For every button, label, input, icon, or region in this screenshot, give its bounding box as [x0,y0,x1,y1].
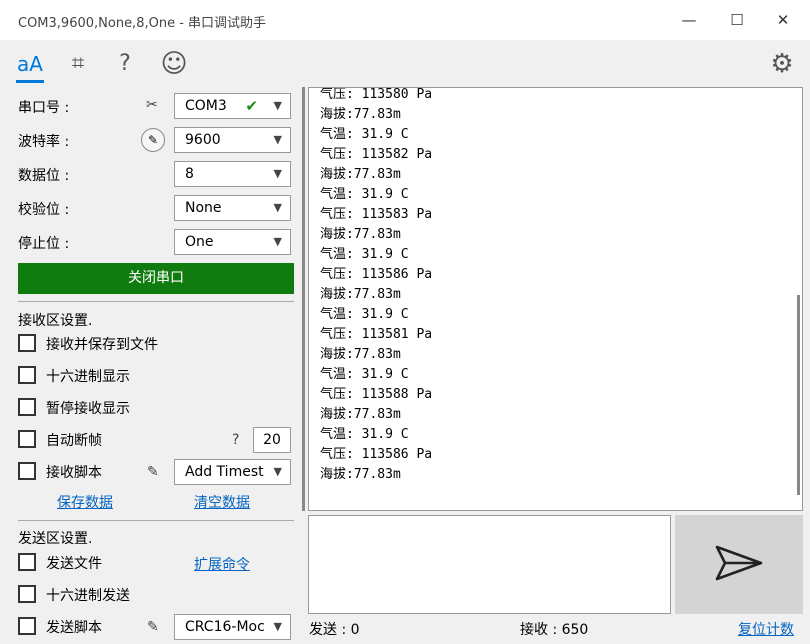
divider [18,520,294,521]
received-count: 接收 : 650 [520,622,589,638]
chevron-down-icon: ▼ [273,99,282,112]
close-button[interactable]: ✕ [771,8,795,32]
settings-scrollbar[interactable] [302,87,305,511]
stopbits-value: One [185,234,214,250]
databits-label: 数据位 : [18,168,70,184]
databits-select[interactable]: 8 ▼ [174,161,291,187]
send-script-value: CRC16-Moc [185,619,265,635]
auto-frame-input[interactable]: 20 [253,427,291,453]
baud-label: 波特率 : [18,134,70,150]
divider [18,301,294,302]
send-icon [715,545,763,581]
checkbox[interactable] [18,398,36,416]
stopbits-label: 停止位 : [18,236,70,252]
send-script-label: 发送脚本 [46,620,102,636]
chevron-down-icon: ▼ [273,133,282,146]
port-label: 串口号 : [18,100,70,116]
crop-icon[interactable]: ⌗ [62,48,94,80]
parity-value: None [185,200,222,216]
title-bar: COM3,9600,None,8,One - 串口调试助手 — ☐ ✕ [0,0,810,40]
send-settings-title: 发送区设置. [18,531,93,547]
receive-script-value: Add Timest [185,464,264,480]
hex-send-label: 十六进制发送 [46,588,130,604]
send-script-select[interactable]: CRC16-Moc ▼ [174,614,291,640]
send-file-label: 发送文件 [46,556,102,572]
check-icon: ✔ [245,97,258,115]
receive-scrollbar[interactable] [797,295,800,495]
chevron-down-icon: ▼ [273,201,282,214]
checkbox[interactable] [18,585,36,603]
receive-script-label: 接收脚本 [46,465,102,481]
send-input[interactable] [308,515,671,614]
sent-count: 发送 : 0 [309,622,360,638]
gear-icon[interactable]: ⚙ [766,48,798,80]
hex-display-label: 十六进制显示 [46,369,130,385]
chevron-down-icon: ▼ [273,235,282,248]
parity-label: 校验位 : [18,202,70,218]
auto-frame-help-icon[interactable]: ? [232,432,239,448]
help-icon[interactable]: ? [109,48,141,80]
smile-icon[interactable]: ☺ [158,48,190,80]
pen-icon[interactable]: ✎ [147,464,159,480]
receive-text: 气压: 113580 Pa 海拔:77.83m 气温: 31.9 C 气压: 1… [320,87,433,482]
ext-command-link[interactable]: 扩展命令 [194,554,250,574]
databits-value: 8 [185,166,194,182]
checkbox[interactable] [18,430,36,448]
chevron-down-icon: ▼ [273,465,282,478]
port-refresh-icon[interactable]: ✂ [146,97,158,113]
save-data-link[interactable]: 保存数据 [57,492,113,512]
baud-select[interactable]: 9600 ▼ [174,127,291,153]
window-title: COM3,9600,None,8,One - 串口调试助手 [18,16,267,31]
checkbox[interactable] [18,617,36,635]
reset-count-link[interactable]: 复位计数 [738,619,794,639]
checkbox[interactable] [18,366,36,384]
close-port-button[interactable]: 关闭串口 [18,263,294,294]
checkbox[interactable] [18,462,36,480]
receive-script-select[interactable]: Add Timest ▼ [174,459,291,485]
maximize-button[interactable]: ☐ [725,8,749,32]
port-select[interactable]: COM3 ✔ ▼ [174,93,291,119]
font-icon[interactable]: aA [14,48,46,80]
pen-icon[interactable]: ✎ [147,619,159,635]
settings-panel: 串口号 : ✂ COM3 ✔ ▼ 波特率 : ✎ 9600 ▼ 数据位 : 8 … [0,86,305,644]
auto-frame-label: 自动断帧 [46,433,102,449]
send-button[interactable] [675,515,803,614]
clear-data-link[interactable]: 清空数据 [194,492,250,512]
receive-settings-title: 接收区设置. [18,313,93,329]
toolbar: aA ⌗ ? ☺ ⚙ [0,40,810,86]
stopbits-select[interactable]: One ▼ [174,229,291,255]
chevron-down-icon: ▼ [273,620,282,633]
baud-value: 9600 [185,132,221,148]
save-to-file-label: 接收并保存到文件 [46,337,158,353]
active-tab-indicator [16,80,44,83]
port-value: COM3 [185,98,227,114]
chevron-down-icon: ▼ [273,167,282,180]
receive-area[interactable]: 气压: 113580 Pa 海拔:77.83m 气温: 31.9 C 气压: 1… [308,87,803,511]
checkbox[interactable] [18,553,36,571]
checkbox[interactable] [18,334,36,352]
minimize-button[interactable]: — [677,8,701,32]
pen-circle-icon[interactable]: ✎ [141,128,165,152]
pause-display-label: 暂停接收显示 [46,401,130,417]
parity-select[interactable]: None ▼ [174,195,291,221]
